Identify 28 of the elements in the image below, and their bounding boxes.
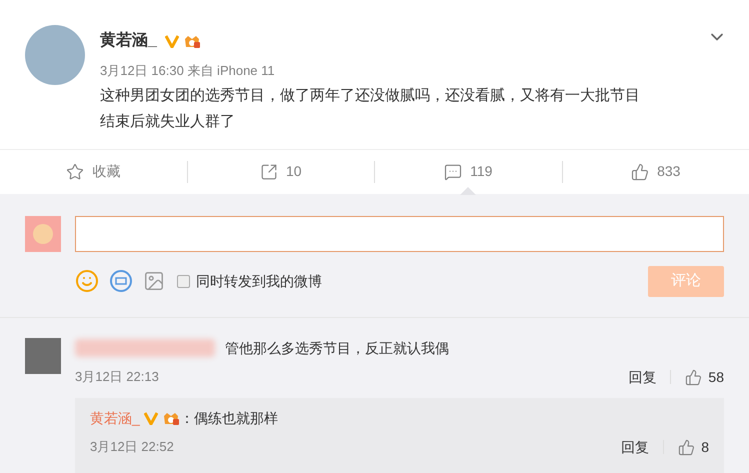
thumbs-up-icon bbox=[678, 438, 696, 456]
checkbox[interactable] bbox=[177, 274, 190, 288]
like-button[interactable]: 8 bbox=[678, 436, 709, 458]
post-text: 这种男团女团的选秀节目，做了两年了还没做腻吗，还没看腻，又将有一大批节目结束后就失业人群了 bbox=[100, 86, 641, 132]
image-icon[interactable] bbox=[143, 270, 165, 292]
comment-text: 管他那么多选秀节目，反正就认我偶 bbox=[225, 338, 449, 358]
star-icon bbox=[66, 162, 84, 180]
action-tab[interactable]: 收藏 bbox=[66, 160, 120, 182]
reply-time: 3月12日 22:52 bbox=[90, 438, 174, 456]
reply-link[interactable]: 回复 bbox=[621, 436, 650, 458]
action-tab[interactable]: 119 bbox=[444, 160, 492, 182]
post-meta: 3月12日 16:30 来自 iPhone 11 bbox=[100, 62, 276, 80]
comment-input-field[interactable] bbox=[75, 216, 724, 252]
like-button[interactable]: 58 bbox=[685, 366, 724, 388]
smiley-icon[interactable] bbox=[75, 269, 99, 293]
reply-link[interactable]: 回复 bbox=[628, 366, 656, 388]
verified-v-icon bbox=[164, 34, 179, 48]
verified-v-icon bbox=[144, 411, 158, 425]
thumbs-up-icon bbox=[631, 162, 650, 180]
thumbs-up-icon bbox=[685, 368, 702, 386]
checkbox-label[interactable]: 同时转发到我的微博 bbox=[196, 270, 322, 292]
share-icon bbox=[260, 162, 278, 180]
author-name[interactable]: 黄若涵_ bbox=[100, 29, 157, 53]
comment-icon bbox=[444, 162, 462, 180]
action-tab[interactable]: 10 bbox=[260, 160, 302, 182]
reply-text: ：偶练也就那样 bbox=[180, 408, 278, 428]
action-tab[interactable]: 833 bbox=[631, 160, 680, 182]
comment-time: 3月12日 22:13 bbox=[75, 368, 159, 386]
